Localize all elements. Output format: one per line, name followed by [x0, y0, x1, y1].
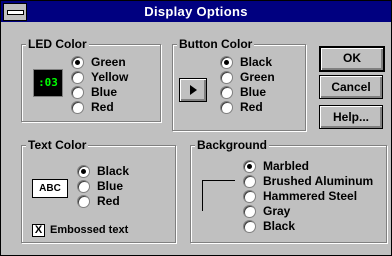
- radio-icon: [71, 55, 84, 69]
- button-color-group: Button Color Black Green Blue Red: [172, 37, 306, 131]
- led-option-label: Blue: [91, 85, 118, 99]
- background-preview: [202, 180, 235, 211]
- radio-icon: [77, 164, 90, 178]
- radio-icon: [243, 204, 256, 218]
- button-option-red[interactable]: Red: [220, 100, 263, 114]
- cancel-button[interactable]: Cancel: [319, 75, 383, 99]
- led-option-label: Red: [91, 100, 114, 114]
- radio-icon: [243, 174, 256, 188]
- radio-icon: [71, 85, 84, 99]
- background-option-marbled[interactable]: Marbled: [243, 159, 309, 173]
- led-option-red[interactable]: Red: [71, 100, 114, 114]
- text-preview: ABC: [32, 179, 68, 198]
- background-option-label: Hammered Steel: [263, 189, 358, 203]
- button-option-black[interactable]: Black: [220, 55, 272, 69]
- radio-icon: [220, 100, 233, 114]
- ok-button[interactable]: OK: [319, 46, 385, 72]
- play-arrow-icon: [189, 85, 197, 95]
- button-option-label: Black: [240, 55, 273, 69]
- led-option-green[interactable]: Green: [71, 55, 126, 69]
- title-bar: Display Options: [1, 1, 391, 22]
- radio-icon: [77, 194, 90, 208]
- led-preview: :03: [33, 69, 63, 97]
- button-option-label: Red: [240, 100, 263, 114]
- led-color-label: LED Color: [26, 37, 89, 51]
- radio-icon: [77, 179, 90, 193]
- radio-icon: [243, 159, 256, 173]
- background-option-label: Gray: [263, 204, 291, 218]
- dialog-window: Display Options LED Color :03 Green Yell…: [0, 0, 392, 256]
- text-option-red[interactable]: Red: [77, 194, 120, 208]
- radio-icon: [71, 70, 84, 84]
- led-option-yellow[interactable]: Yellow: [71, 70, 128, 84]
- background-label: Background: [195, 138, 270, 152]
- radio-icon: [71, 100, 84, 114]
- background-option-label: Black: [263, 219, 296, 233]
- text-option-label: Black: [97, 164, 130, 178]
- button-option-green[interactable]: Green: [220, 70, 275, 84]
- button-option-label: Green: [240, 70, 275, 84]
- text-option-label: Red: [97, 194, 120, 208]
- led-option-label: Green: [91, 55, 126, 69]
- button-option-label: Blue: [240, 85, 267, 99]
- led-option-blue[interactable]: Blue: [71, 85, 117, 99]
- background-option-label: Marbled: [263, 159, 310, 173]
- help-button[interactable]: Help...: [319, 105, 383, 129]
- window-title: Display Options: [144, 4, 248, 19]
- checkbox-icon: X: [32, 223, 45, 237]
- background-option-black[interactable]: Black: [243, 219, 295, 233]
- led-color-group: LED Color :03 Green Yellow Blue Red: [21, 37, 161, 122]
- radio-icon: [243, 219, 256, 233]
- button-option-blue[interactable]: Blue: [220, 85, 266, 99]
- background-option-brushed-aluminum[interactable]: Brushed Aluminum: [243, 174, 373, 188]
- background-option-label: Brushed Aluminum: [263, 174, 374, 188]
- radio-icon: [220, 55, 233, 69]
- background-option-gray[interactable]: Gray: [243, 204, 290, 218]
- text-option-black[interactable]: Black: [77, 164, 129, 178]
- text-option-label: Blue: [97, 179, 124, 193]
- embossed-text-label: Embossed text: [50, 224, 129, 236]
- button-color-preview: [179, 78, 207, 102]
- radio-icon: [220, 70, 233, 84]
- led-option-label: Yellow: [91, 70, 129, 84]
- embossed-text-checkbox[interactable]: X Embossed text: [32, 223, 128, 237]
- text-color-group: Text Color ABC Black Blue Red X Embossed…: [21, 138, 176, 243]
- radio-icon: [243, 189, 256, 203]
- text-option-blue[interactable]: Blue: [77, 179, 123, 193]
- background-option-hammered-steel[interactable]: Hammered Steel: [243, 189, 357, 203]
- background-group: Background Marbled Brushed Aluminum Hamm…: [190, 138, 387, 243]
- text-color-label: Text Color: [26, 138, 89, 152]
- button-color-label: Button Color: [177, 37, 255, 51]
- radio-icon: [220, 85, 233, 99]
